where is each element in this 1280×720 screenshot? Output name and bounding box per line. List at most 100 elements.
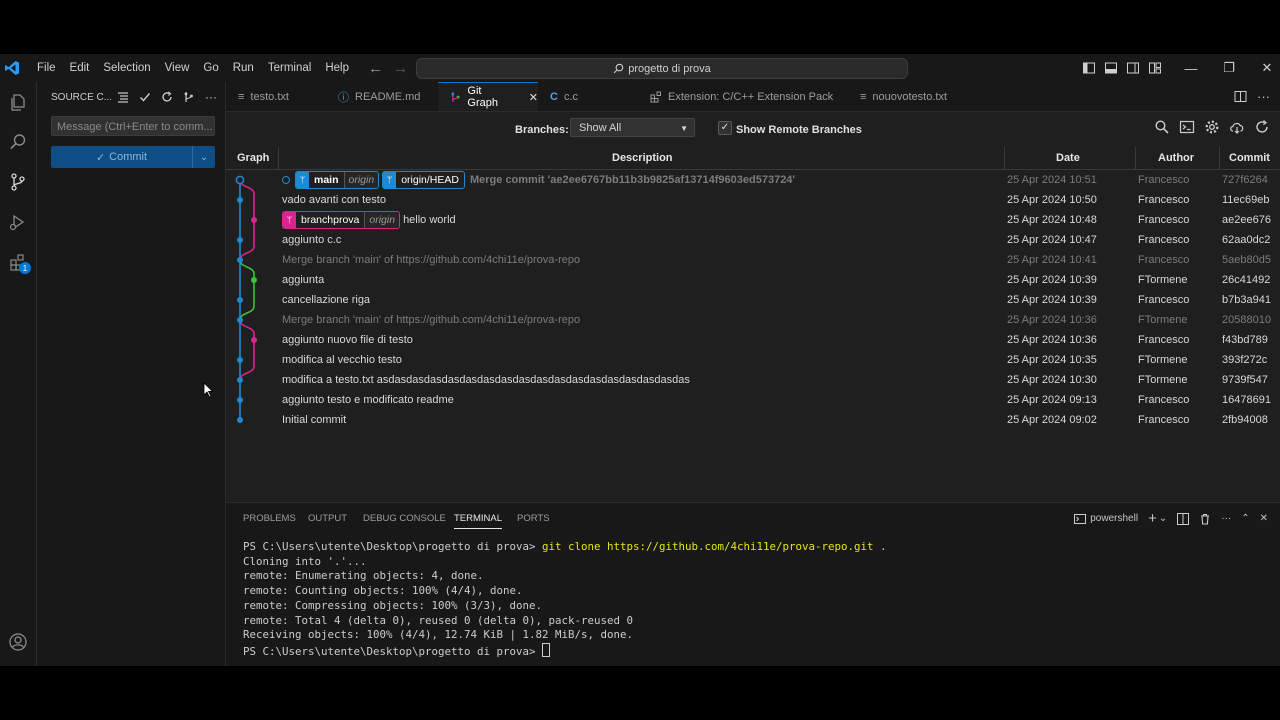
close-window-icon[interactable]: ✕ — [1248, 60, 1280, 76]
activity-bar: 1 — [0, 82, 37, 666]
table-row[interactable]: vado avanti con testo 25 Apr 2024 10:50 Fr… — [226, 190, 1280, 210]
commit-author: Francesco — [1138, 254, 1190, 266]
commit-description: modifica a testo.txt asdasdasdasdasdasda… — [282, 370, 690, 390]
search-view-icon[interactable] — [4, 128, 32, 156]
tab-readme-md[interactable]: ⓘ README.md — [326, 82, 438, 111]
commit-message-input[interactable]: Message (Ctrl+Enter to comm... — [51, 116, 215, 136]
trash-icon[interactable] — [1199, 513, 1211, 525]
source-control-icon[interactable] — [4, 168, 32, 196]
split-terminal-icon[interactable] — [1177, 512, 1190, 525]
table-row[interactable]: Merge branch 'main' of https://github.co… — [226, 250, 1280, 270]
back-arrow-icon[interactable]: ← — [368, 60, 383, 77]
terminal-icon[interactable] — [1179, 119, 1195, 135]
table-row[interactable]: Merge branch 'main' of https://github.co… — [226, 310, 1280, 330]
commit-author: FTormene — [1138, 314, 1188, 326]
command-center-search[interactable]: progetto di prova — [416, 58, 908, 79]
close-panel-icon[interactable]: ✕ — [1260, 513, 1268, 524]
forward-arrow-icon[interactable]: → — [393, 60, 408, 77]
more-actions-icon[interactable]: ··· — [205, 90, 217, 104]
table-row[interactable]: ᛘ branchprova origin hello world 25 Apr 2024… — [226, 210, 1280, 230]
minimize-icon[interactable]: — — [1172, 61, 1210, 76]
split-editor-icon[interactable] — [1234, 90, 1247, 103]
show-remote-branches-checkbox[interactable]: ✓ — [718, 121, 732, 135]
menu-terminal[interactable]: Terminal — [261, 54, 318, 82]
commit-author: Francesco — [1138, 394, 1190, 406]
refresh-graph-icon[interactable] — [1254, 119, 1270, 135]
refresh-icon[interactable] — [161, 91, 173, 103]
menu-selection[interactable]: Selection — [96, 54, 157, 82]
commit-hash: f43bd789 — [1222, 334, 1268, 346]
settings-gear-icon[interactable] — [1204, 119, 1220, 135]
tab-testo-txt[interactable]: ≡ testo.txt — [226, 82, 326, 111]
commit-hash: 2fb94008 — [1222, 414, 1268, 426]
explorer-icon[interactable] — [4, 88, 32, 116]
commit-date: 25 Apr 2024 10:30 — [1007, 374, 1097, 386]
maximize-panel-chevron-up-icon[interactable]: ⌃ — [1241, 513, 1249, 524]
menu-file[interactable]: File — [30, 54, 63, 82]
menu-help[interactable]: Help — [318, 54, 356, 82]
panel-tab-debug-console[interactable]: DEBUG CONSOLE — [363, 513, 446, 524]
table-row[interactable]: aggiunto testo e modificato readme 25 Apr… — [226, 390, 1280, 410]
terminal-line: remote: Enumerating objects: 4, done. — [243, 569, 484, 583]
commit-dropdown-chevron-icon[interactable]: ⌄ — [192, 146, 215, 168]
extensions-icon[interactable]: 1 — [4, 248, 32, 276]
fetch-cloud-icon[interactable] — [1229, 119, 1245, 135]
table-row[interactable]: ᛘ main origin ᛘ origin/HEAD Merge commit 'ae2… — [226, 170, 1280, 190]
restore-icon[interactable]: ❐ — [1210, 60, 1248, 76]
column-date[interactable]: Date — [1056, 152, 1080, 164]
menu-run[interactable]: Run — [226, 54, 261, 82]
table-row[interactable]: aggiunto nuovo file di testo 25 Apr 2024 … — [226, 330, 1280, 350]
table-row[interactable]: modifica al vecchio testo 25 Apr 2024 10:… — [226, 350, 1280, 370]
ref-branchprova[interactable]: ᛘ branchprova origin — [282, 211, 401, 229]
terminal-selector[interactable]: powershell — [1074, 513, 1138, 525]
table-row[interactable]: modifica a testo.txt asdasdasdasdasdasda… — [226, 370, 1280, 390]
branches-select[interactable]: Show All ▼ — [570, 118, 695, 137]
tab-extension-cpp[interactable]: Extension: C/C++ Extension Pack — [638, 82, 846, 111]
view-as-tree-icon[interactable] — [117, 91, 129, 103]
find-icon[interactable] — [1154, 119, 1170, 135]
panel-tab-problems[interactable]: PROBLEMS — [243, 513, 296, 524]
new-terminal-plus-icon[interactable]: + — [1148, 510, 1157, 527]
git-graph-view-icon[interactable] — [183, 91, 195, 103]
column-author[interactable]: Author — [1158, 152, 1194, 164]
table-row[interactable]: aggiunta 25 Apr 2024 10:39 FTormene 26c4149… — [226, 270, 1280, 290]
tab-label: Git Graph — [467, 85, 498, 109]
close-tab-icon[interactable]: ✕ — [529, 91, 538, 104]
column-description[interactable]: Description — [612, 152, 673, 164]
chevron-down-icon: ▼ — [680, 124, 688, 133]
toggle-secondary-sidebar-icon[interactable] — [1126, 61, 1140, 75]
column-graph[interactable]: Graph — [237, 152, 269, 164]
more-panel-actions-icon[interactable]: ··· — [1221, 513, 1231, 524]
menu-edit[interactable]: Edit — [63, 54, 97, 82]
table-row[interactable]: aggiunto c.c 25 Apr 2024 10:47 Francesco 62… — [226, 230, 1280, 250]
column-commit[interactable]: Commit — [1229, 152, 1270, 164]
terminal-dropdown-chevron-icon[interactable]: ⌄ — [1159, 513, 1167, 524]
terminal-line: Receiving objects: 100% (4/4), 12.74 KiB… — [243, 628, 634, 642]
panel-tab-terminal[interactable]: TERMINAL — [454, 513, 503, 529]
terminal-output[interactable]: PS C:\Users\utente\Desktop\progetto di p… — [243, 540, 887, 660]
customize-layout-icon[interactable] — [1148, 61, 1162, 75]
tab-nouovotesto-txt[interactable]: ≡ nouovotesto.txt — [848, 82, 968, 111]
commit-check-icon[interactable] — [139, 91, 151, 103]
account-icon[interactable] — [4, 628, 32, 656]
commit-date: 25 Apr 2024 10:36 — [1007, 334, 1097, 346]
extension-icon — [650, 91, 661, 102]
panel-tab-ports[interactable]: PORTS — [517, 513, 550, 524]
table-row[interactable]: cancellazione riga 25 Apr 2024 10:39 Franc… — [226, 290, 1280, 310]
run-debug-icon[interactable] — [4, 208, 32, 236]
menu-go[interactable]: Go — [196, 54, 225, 82]
commit-message: Merge branch 'main' of https://github.co… — [282, 254, 581, 266]
commit-description: Merge branch 'main' of https://github.co… — [282, 250, 580, 270]
tab-git-graph[interactable]: Git Graph ✕ — [438, 82, 538, 111]
table-row[interactable]: Initial commit 25 Apr 2024 09:02 Francesco… — [226, 410, 1280, 430]
toggle-primary-sidebar-icon[interactable] — [1082, 61, 1096, 75]
ref-origin-head[interactable]: ᛘ origin/HEAD — [382, 171, 465, 189]
more-editor-actions-icon[interactable]: ··· — [1257, 89, 1270, 104]
search-icon — [613, 63, 624, 74]
ref-main[interactable]: ᛘ main origin — [295, 171, 380, 189]
tab-c-c[interactable]: C c.c — [538, 82, 638, 111]
panel-tab-output[interactable]: OUTPUT — [308, 513, 347, 524]
toggle-panel-icon[interactable] — [1104, 61, 1118, 75]
menu-view[interactable]: View — [158, 54, 197, 82]
commit-button[interactable]: ✓ Commit — [51, 146, 192, 168]
